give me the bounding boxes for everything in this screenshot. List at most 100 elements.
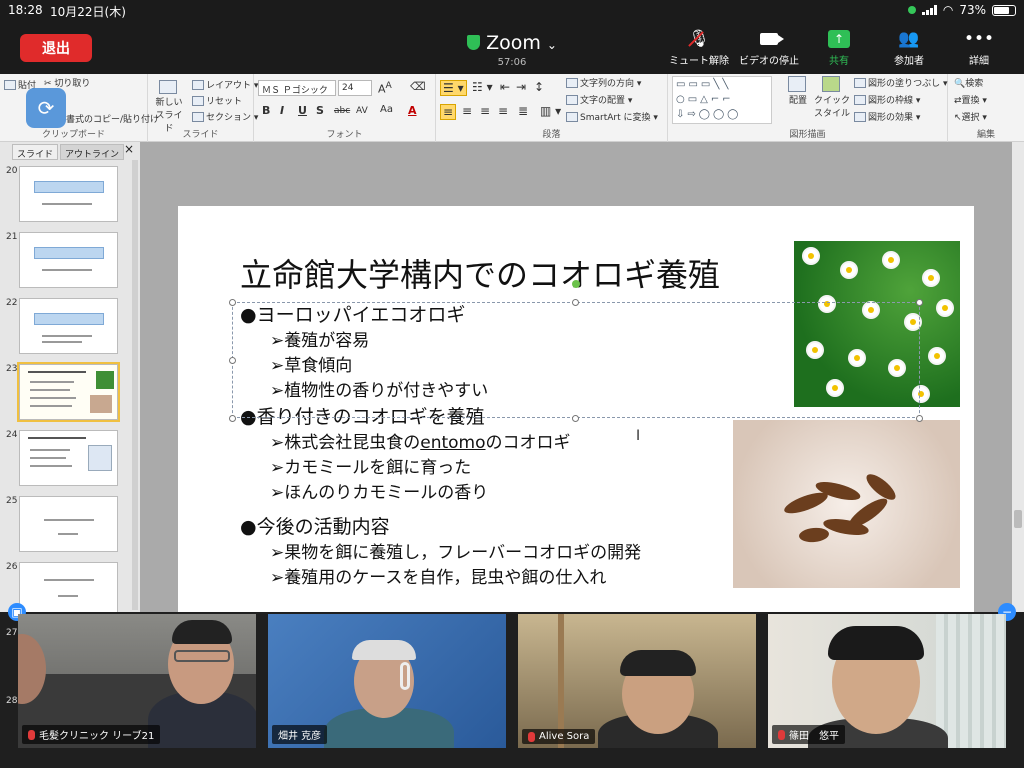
align-center-button[interactable]: ≡ [462,104,472,118]
slide-thumbnail[interactable] [19,166,118,222]
slide-thumbnail-row[interactable]: 22 [0,298,126,358]
slide-thumbnail[interactable] [19,430,118,486]
find-button[interactable]: 🔍検索 [954,76,983,89]
bullet-list-icon: ☰ [443,81,454,95]
more-button[interactable]: ••• 詳細 [944,26,1014,67]
italic-button[interactable]: I [280,104,284,117]
participant-tile[interactable]: 毛髪クリニック リーブ21 [18,614,256,748]
resize-handle[interactable] [229,415,236,422]
pane-close-button[interactable]: × [124,142,134,156]
char-spacing-button[interactable]: AV [356,106,368,116]
slide-thumbnail-row[interactable]: 25 [0,496,126,556]
slide-thumbnail[interactable] [19,232,118,288]
participant-name-tag: 篠田 悠平 [772,725,845,744]
slide-thumbnail-row[interactable]: 20 [0,166,126,226]
pane-scrollbar[interactable] [132,160,138,610]
replace-button[interactable]: ⇄置換 ▾ [954,93,987,106]
tab-outline[interactable]: アウトライン [60,144,125,160]
rotate-handle[interactable] [572,280,580,288]
crickets-photo[interactable] [733,420,960,588]
section-button[interactable]: セクション ▾ [192,110,258,123]
align-left-button[interactable]: ≡ [440,104,457,120]
arrange-button[interactable]: 配置 [784,76,812,106]
scrollbar-thumb[interactable] [1014,510,1022,528]
format-painter-button[interactable]: 書式のコピー/貼り付け [66,112,159,125]
drawing-group: ▭▭▭╲╲ ○▭△⌐⌐ ⇩⇨◯◯◯ 配置 クイック スタイル 図形の塗りつぶし ▾ … [668,74,948,142]
switch-camera-button[interactable]: ⟳ [26,88,66,128]
bullet-item: ➢養殖用のケースを自作，昆虫や餌の仕入れ [270,568,607,588]
resize-handle[interactable] [916,415,923,422]
select-button[interactable]: ↖選択 ▾ [954,110,987,123]
slide-thumbnail[interactable] [19,562,118,618]
text-selection-box[interactable] [232,302,920,418]
participant-tile[interactable]: 篠田 悠平 [768,614,1006,748]
line-spacing-button[interactable]: ↕ [534,80,544,94]
bold-button[interactable]: B [262,104,270,117]
grow-font-button[interactable]: AA [378,80,392,96]
underline-button[interactable]: U [298,104,307,117]
text-align-button[interactable]: 文字の配置 ▾ [566,93,632,106]
resize-handle[interactable] [572,299,579,306]
share-button[interactable]: ↑ 共有 [804,26,874,67]
columns-button[interactable]: ▥ ▾ [540,104,561,118]
justify-button[interactable]: ≡ [498,104,508,118]
participant-tile[interactable]: Alive Sora [518,614,756,748]
muted-mic-icon [778,729,785,740]
resize-handle[interactable] [572,415,579,422]
slide-thumbnail-selected[interactable] [17,362,120,422]
change-case-button[interactable]: Aa [380,104,393,115]
resize-handle[interactable] [916,299,923,306]
stop-video-button[interactable]: ビデオの停止 [734,26,804,67]
editing-group: 🔍検索 ⇄置換 ▾ ↖選択 ▾ 編集 [948,74,1024,142]
distribute-button[interactable]: ≣ [518,104,528,118]
slide-thumbnail[interactable] [19,496,118,552]
bullets-button[interactable]: ☰ ▾ [440,80,467,96]
thumb-line [42,341,82,343]
slide-number: 20 [6,166,18,176]
slide-thumbnail[interactable] [19,298,118,354]
numbering-button[interactable]: ☷ ▾ [472,80,493,94]
slide-number: 22 [6,298,18,308]
resize-handle[interactable] [229,357,236,364]
flower [804,249,818,263]
mute-button[interactable]: 🎙 ミュート解除 [664,26,734,67]
strikethrough-button[interactable]: abc [334,106,350,116]
new-slide-button[interactable]: 新しい スライド [154,80,184,134]
hair [172,620,232,644]
smartart-button[interactable]: SmartArt に変換 ▾ [566,110,658,123]
shape-effects-button[interactable]: 図形の効果 ▾ [854,110,920,123]
current-slide[interactable]: 立命館大学構内でのコオロギ養殖 ●ヨーロッパイエコオロギ ➢養殖が容易 ➢草食傾… [178,206,974,612]
hair [828,626,924,660]
decrease-indent-button[interactable]: ⇤ [500,80,510,94]
shapes-gallery[interactable]: ▭▭▭╲╲ ○▭△⌐⌐ ⇩⇨◯◯◯ [672,76,772,124]
participant-tile[interactable]: 畑井 克彦 [268,614,506,748]
hair [352,640,416,660]
slide-thumbnail-row[interactable]: 21 [0,232,126,292]
font-color-button[interactable]: A [408,104,417,117]
thumb-line [44,579,94,581]
text-direction-button[interactable]: 文字列の方向 ▾ [566,76,641,89]
shape-fill-button[interactable]: 図形の塗りつぶし ▾ [854,76,947,89]
quick-styles-button[interactable]: クイック スタイル [814,76,850,119]
slide-thumbnail-row[interactable]: 24 [0,430,126,490]
editor-scrollbar[interactable] [1012,142,1024,612]
tab-slides[interactable]: スライド [12,144,59,160]
shadow-button[interactable]: S [316,104,324,117]
resize-handle[interactable] [229,299,236,306]
align-right-button[interactable]: ≡ [480,104,490,118]
shape-outline-button[interactable]: 図形の枠線 ▾ [854,93,920,106]
thumb-line [30,449,70,451]
increase-indent-button[interactable]: ⇥ [516,80,526,94]
font-name-select[interactable]: ＭＳ Ｐゴシック [258,80,336,96]
participant-name: 篠田 悠平 [789,731,839,742]
layout-button[interactable]: レイアウト ▾ [192,78,258,91]
thumb-title-box [34,247,104,259]
clear-format-button[interactable]: ⌫ [410,80,426,93]
clipboard-group: 貼付 ✂ 切り取り 書式のコピー/貼り付け クリップボード [0,74,159,142]
participants-button[interactable]: 👥 参加者 [874,26,944,67]
reset-button[interactable]: リセット [192,94,242,107]
slide-title[interactable]: 立命館大学構内でのコオロギ養殖 [240,250,720,296]
font-size-select[interactable]: 24 [338,80,372,96]
slide-thumbnail-row[interactable]: 23 [0,362,126,424]
